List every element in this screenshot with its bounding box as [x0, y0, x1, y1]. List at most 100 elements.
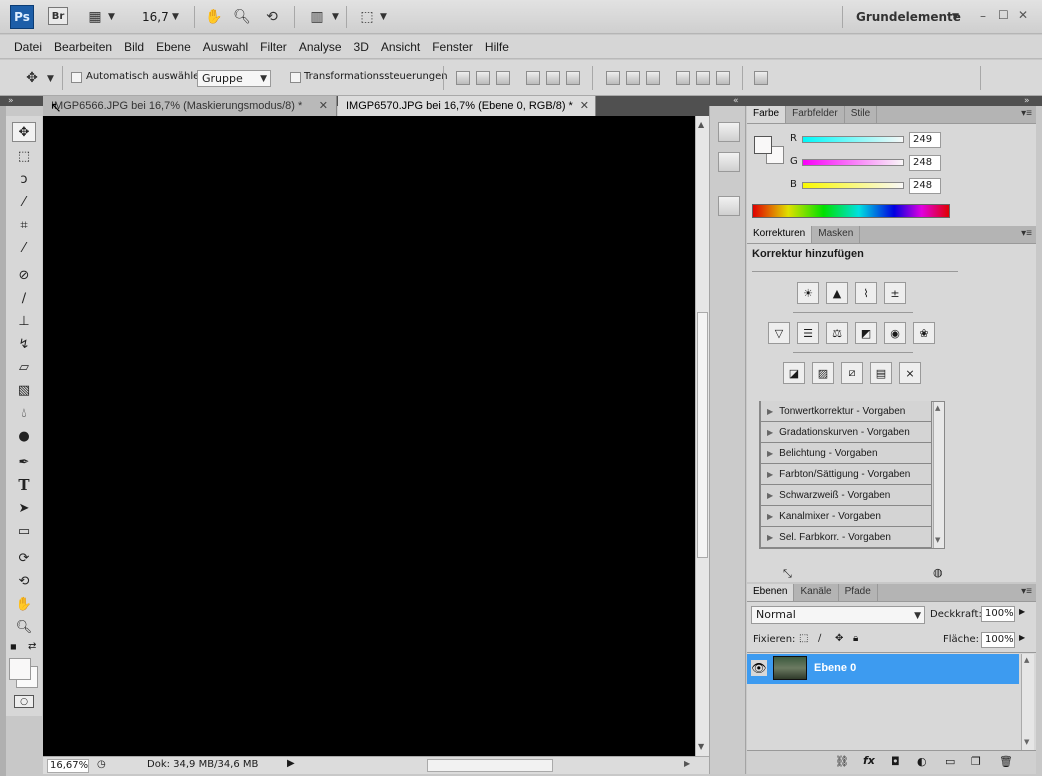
eyedropper-tool-icon[interactable]: ⁄ [12, 238, 36, 258]
hand-tool-icon[interactable]: ✋ [12, 594, 36, 614]
distribute-bottom-icon[interactable] [646, 71, 660, 85]
posterize-icon[interactable]: ▨ [812, 362, 834, 384]
zoom-icon[interactable]: 🔍︎ [232, 7, 252, 27]
channel-r-slider[interactable] [802, 136, 904, 143]
link-layers-icon[interactable]: ⛓ [835, 755, 849, 768]
healing-brush-tool-icon[interactable]: ⊘ [12, 265, 36, 285]
black-white-icon[interactable]: ◩ [855, 322, 877, 344]
scroll-up-icon[interactable]: ▲ [935, 404, 940, 412]
collapse-dock-icon[interactable]: « [733, 96, 739, 106]
history-brush-tool-icon[interactable]: ↯ [12, 334, 36, 354]
clip-to-layer-icon[interactable]: ◍ [933, 566, 943, 579]
layer-row-ebene-0[interactable]: 👁︎ Ebene 0 [747, 654, 1019, 684]
distribute-horizontal-center-icon[interactable] [696, 71, 710, 85]
scrollbar-thumb[interactable] [697, 312, 708, 558]
channel-g-value[interactable]: 248 [909, 155, 941, 171]
distribute-vertical-center-icon[interactable] [626, 71, 640, 85]
tab-imgp6570[interactable]: IMGP6570.JPG bei 16,7% (Ebene 0, RGB/8) … [338, 96, 596, 116]
lock-transparency-icon[interactable]: ⬚ [799, 633, 808, 644]
foreground-color-square[interactable] [754, 136, 772, 154]
actions-panel-icon[interactable] [718, 152, 740, 172]
lasso-tool-icon[interactable]: ↄ [12, 169, 36, 189]
tab-pfade[interactable]: Pfade [839, 584, 878, 601]
return-to-list-icon[interactable]: ⤡ [783, 567, 792, 581]
path-selection-tool-icon[interactable]: ➤ [12, 498, 36, 518]
tab-korrekturen[interactable]: Korrekturen [747, 226, 813, 243]
blur-tool-icon[interactable]: 💧︎ [12, 403, 36, 423]
tab-farbfelder[interactable]: Farbfelder [786, 106, 845, 123]
tab-kanaele[interactable]: Kanäle [794, 584, 839, 601]
add-mask-icon[interactable]: ◘ [891, 755, 900, 768]
swap-colors-icon[interactable]: ⇄ [28, 641, 36, 652]
layer-name[interactable]: Ebene 0 [814, 662, 856, 674]
type-tool-icon[interactable]: T [12, 475, 36, 495]
align-right-icon[interactable] [566, 71, 580, 85]
channel-b-slider[interactable] [802, 182, 904, 189]
menu-ansicht[interactable]: Ansicht [375, 40, 426, 54]
auto-select-dropdown[interactable]: Gruppe ▼ [197, 70, 271, 87]
presets-scrollbar[interactable]: ▲ ▼ [933, 402, 944, 548]
close-icon[interactable]: ✕ [580, 99, 589, 112]
preset-item[interactable]: ▶ Kanalmixer - Vorgaben [760, 506, 932, 527]
channel-mixer-icon[interactable]: ❀ [913, 322, 935, 344]
close-button[interactable]: ✕ [1018, 8, 1028, 22]
history-panel-icon[interactable] [718, 122, 740, 142]
move-tool-preset-icon[interactable]: ✥ [20, 68, 44, 88]
status-info-icon[interactable]: ◷ [97, 759, 106, 770]
chevron-down-icon[interactable]: ▼ [108, 12, 115, 22]
brush-tool-icon[interactable]: ∕ [12, 288, 36, 308]
photo-filter-icon[interactable]: ◉ [884, 322, 906, 344]
menu-datei[interactable]: Datei [8, 40, 48, 54]
eraser-tool-icon[interactable]: ▱ [12, 357, 36, 377]
adjustment-layer-icon[interactable]: ◐ [917, 755, 927, 768]
scroll-up-icon[interactable]: ▲ [698, 120, 704, 129]
lock-position-icon[interactable]: ✥ [835, 633, 843, 644]
brightness-contrast-icon[interactable]: ☀ [797, 282, 819, 304]
expand-panels-icon[interactable]: » [1024, 96, 1030, 106]
tab-imgp6566[interactable]: IMGP6566.JPG bei 16,7% (Maskierungsmodus… [43, 96, 337, 116]
menu-filter[interactable]: Filter [254, 40, 293, 54]
color-spectrum-ramp[interactable] [752, 204, 950, 218]
scroll-right-icon[interactable]: ▶ [684, 759, 690, 768]
close-icon[interactable]: ✕ [319, 99, 328, 112]
shape-tool-icon[interactable]: ▭ [12, 521, 36, 541]
dodge-tool-icon[interactable]: ● [12, 426, 36, 446]
scroll-up-icon[interactable]: ▲ [1024, 656, 1029, 664]
align-left-icon[interactable] [526, 71, 540, 85]
move-tool-icon[interactable]: ✥ [12, 122, 36, 142]
panel-menu-icon[interactable]: ▾≡ [1021, 108, 1032, 119]
channel-b-value[interactable]: 248 [909, 178, 941, 194]
marquee-tool-icon[interactable]: ⬚ [12, 146, 36, 166]
new-layer-icon[interactable]: ❐ [971, 755, 981, 768]
curves-icon[interactable]: ⌇ [855, 282, 877, 304]
zoom-level-field[interactable]: 16,67% [47, 759, 89, 773]
foreground-color-swatch[interactable] [9, 658, 31, 680]
color-balance-icon[interactable]: ⚖ [826, 322, 848, 344]
tab-farbe[interactable]: Farbe [747, 106, 787, 123]
arrange-documents-icon[interactable]: ▥ [306, 7, 328, 27]
hue-saturation-icon[interactable]: ☰ [797, 322, 819, 344]
align-bottom-icon[interactable] [496, 71, 510, 85]
horizontal-scrollbar-thumb[interactable] [427, 759, 553, 772]
gradient-map-icon[interactable]: ▤ [870, 362, 892, 384]
selective-color-icon[interactable]: ⨯ [899, 362, 921, 384]
channel-g-slider[interactable] [802, 159, 904, 166]
gradient-tool-icon[interactable]: ▧ [12, 380, 36, 400]
layers-scrollbar[interactable]: ▲ ▼ [1021, 654, 1034, 750]
distribute-right-icon[interactable] [716, 71, 730, 85]
chevron-down-icon[interactable]: ▼ [380, 12, 387, 22]
default-colors-icon[interactable]: ◼ [10, 642, 17, 651]
menu-analyse[interactable]: Analyse [293, 40, 348, 54]
clone-stamp-tool-icon[interactable]: ⊥ [12, 311, 36, 331]
3d-orbit-tool-icon[interactable]: ⟲ [12, 571, 36, 591]
tab-ebenen[interactable]: Ebenen [747, 584, 795, 601]
align-top-icon[interactable] [456, 71, 470, 85]
delete-layer-icon[interactable]: 🗑︎ [999, 755, 1013, 768]
menu-ebene[interactable]: Ebene [150, 40, 197, 54]
scroll-down-icon[interactable]: ▼ [935, 536, 940, 544]
quick-mask-icon[interactable]: ○ [14, 695, 34, 708]
distribute-top-icon[interactable] [606, 71, 620, 85]
scroll-down-icon[interactable]: ▼ [698, 742, 704, 751]
levels-icon[interactable]: ▲ [826, 282, 848, 304]
panel-menu-icon[interactable]: ▾≡ [1021, 228, 1032, 239]
